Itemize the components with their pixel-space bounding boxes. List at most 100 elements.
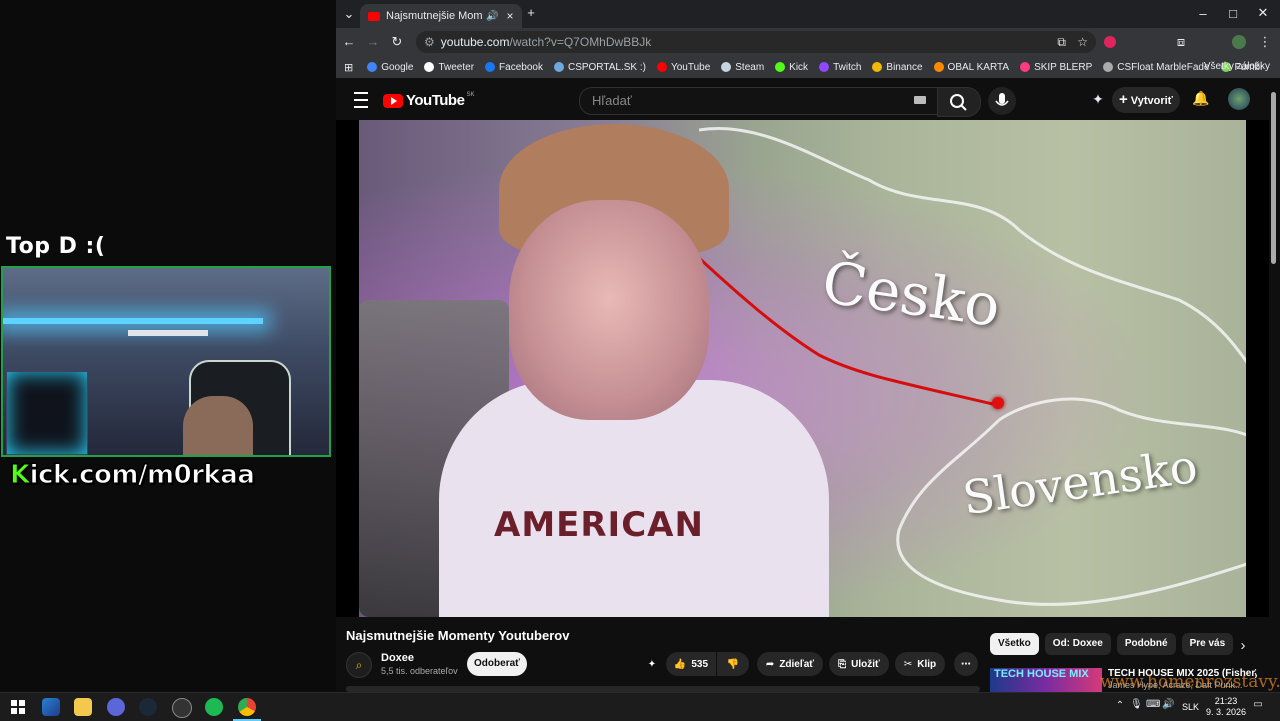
map-pin xyxy=(992,397,1004,409)
scrollbar-thumb[interactable] xyxy=(1271,92,1276,264)
bookmark-google[interactable]: Google xyxy=(367,62,413,73)
ai-assistant-icon[interactable]: ✦ xyxy=(1090,91,1106,108)
bookmark-favicon-icon xyxy=(656,62,667,72)
tray-mic-icon[interactable]: 🎙 xyxy=(1130,699,1143,710)
recommendation-thumbnail[interactable]: TECH HOUSE MIX xyxy=(990,668,1102,692)
maximize-icon[interactable]: □ xyxy=(1226,6,1240,21)
bookmark-favicon-icon xyxy=(1020,62,1031,72)
notification-center-icon[interactable]: ▭ xyxy=(1252,699,1264,710)
search-button[interactable] xyxy=(937,87,981,117)
spotify-icon[interactable] xyxy=(205,698,223,716)
recommendation-chips: Všetko Od: Doxee Podobné Pre vás xyxy=(990,633,1234,655)
more-actions-icon[interactable]: ⋯ xyxy=(954,652,978,676)
thumbs-down-icon: 👎 xyxy=(726,658,740,670)
channel-avatar[interactable]: ⌕ xyxy=(346,652,372,678)
back-icon[interactable]: ← xyxy=(342,34,356,49)
video-frame[interactable]: AMERICAN Česko Slovensko xyxy=(359,120,1246,617)
cast-icon[interactable]: ⧉ xyxy=(1057,31,1066,53)
search-icon xyxy=(950,94,967,111)
clock[interactable]: 21:23 9. 3. 2026 xyxy=(1206,696,1246,718)
streamer xyxy=(183,396,253,455)
chip-from-channel[interactable]: Od: Doxee xyxy=(1044,633,1111,655)
minimize-icon[interactable]: – xyxy=(1196,6,1210,21)
discord-icon[interactable] xyxy=(107,698,125,716)
volume-icon[interactable]: 🔊 xyxy=(1162,699,1174,710)
account-avatar[interactable] xyxy=(1228,88,1250,110)
app-icon[interactable] xyxy=(42,698,60,716)
youtube-favicon-icon xyxy=(368,11,380,21)
scissors-icon: ✂ xyxy=(903,658,913,670)
file-explorer-icon[interactable] xyxy=(74,698,92,716)
chrome-icon[interactable] xyxy=(238,698,256,716)
bookmark-facebook[interactable]: Facebook xyxy=(485,62,543,73)
channel-name[interactable]: Doxee xyxy=(381,652,414,664)
network-icon[interactable]: ⌨ xyxy=(1146,699,1160,710)
plus-icon: + xyxy=(1119,91,1128,108)
create-button[interactable]: + Vytvoriť xyxy=(1112,87,1180,113)
speaker-icon[interactable]: 🔊 xyxy=(486,11,498,22)
extensions-icon[interactable]: ⧈ xyxy=(1174,34,1188,50)
chip-related[interactable]: Podobné xyxy=(1116,633,1176,655)
bookmark-csfloat-marblefade[interactable]: CSFloat MarbleFade xyxy=(1103,62,1210,73)
clip-button[interactable]: ✂ Klip xyxy=(895,652,945,676)
dislike-button[interactable]: 👎 xyxy=(717,652,749,676)
notifications-bell-icon[interactable]: 🔔 xyxy=(1192,90,1209,107)
tab-title: Najsmutnejšie Momenty Yo xyxy=(386,10,482,22)
reload-icon[interactable]: ↻ xyxy=(390,34,404,50)
chip-all[interactable]: Všetko xyxy=(990,633,1039,655)
apps-grid-icon[interactable]: ⊞ xyxy=(344,61,353,74)
bookmark-skip-blerp[interactable]: SKIP BLERP xyxy=(1020,62,1092,73)
video-player[interactable]: AMERICAN Česko Slovensko xyxy=(336,120,1270,617)
search-input[interactable]: Hľadať xyxy=(579,87,939,115)
bookmark-favicon-icon xyxy=(721,62,732,72)
bookmark-twitch[interactable]: Twitch xyxy=(819,62,861,73)
tab-search-icon[interactable]: ⌄ xyxy=(342,6,356,22)
extension-icon[interactable] xyxy=(1104,36,1116,48)
presenter-face xyxy=(509,200,709,420)
profile-avatar[interactable] xyxy=(1232,35,1246,49)
chip-for-you[interactable]: Pre vás xyxy=(1181,633,1234,655)
bookmark-obal-karta[interactable]: OBAL KARTA xyxy=(933,62,1009,73)
chips-next-icon[interactable]: › xyxy=(1236,637,1250,654)
close-tab-icon[interactable]: × xyxy=(506,9,513,23)
youtube-logo[interactable]: YouTube SK xyxy=(383,92,474,109)
tab-active[interactable]: Najsmutnejšie Momenty Yo 🔊 × xyxy=(360,4,522,28)
youtube-play-icon xyxy=(383,93,403,108)
input-language[interactable]: SLK xyxy=(1182,702,1199,712)
stream-watermark: www.homenrozstavy.sk xyxy=(1100,672,1280,692)
keyboard-icon[interactable] xyxy=(914,96,926,104)
voice-search-button[interactable] xyxy=(988,87,1016,115)
browser-menu-icon[interactable]: ⋮ xyxy=(1258,34,1272,50)
all-bookmarks[interactable]: Všetky záložky xyxy=(1204,61,1270,72)
share-icon: ➦ xyxy=(765,658,775,670)
shirt-print: AMERICAN xyxy=(494,505,704,545)
bookmark-youtube[interactable]: YouTube xyxy=(656,62,710,73)
save-button[interactable]: ⎘ Uložiť xyxy=(829,652,889,676)
forward-icon[interactable]: → xyxy=(366,34,380,49)
obs-icon[interactable] xyxy=(172,698,192,718)
kick-channel-link: Kick.com/m0rkaa xyxy=(10,460,256,491)
bookmark-star-icon[interactable]: ☆ xyxy=(1077,31,1088,53)
like-button[interactable]: 👍 535 xyxy=(666,652,716,676)
bookmark-steam[interactable]: Steam xyxy=(721,62,764,73)
hamburger-menu-icon[interactable] xyxy=(354,92,368,108)
bookmark-tweeter[interactable]: Tweeter xyxy=(424,62,474,73)
steam-icon[interactable] xyxy=(139,698,157,716)
tray-overflow-icon[interactable]: ⌃ xyxy=(1114,700,1126,711)
video-title: Najsmutnejšie Momenty Youtuberov xyxy=(346,628,570,643)
close-window-icon[interactable]: ✕ xyxy=(1256,5,1270,21)
share-button[interactable]: ➦ Zdieľať xyxy=(757,652,823,676)
new-tab-button[interactable]: + xyxy=(524,5,538,20)
address-bar[interactable]: ⚙ youtube.com/watch?v=Q7OMhDwBBJk ⧉ ☆ xyxy=(416,31,1096,53)
ai-summary-icon[interactable]: ✦ xyxy=(642,652,662,676)
start-icon[interactable] xyxy=(9,698,27,716)
subscribe-button[interactable]: Odoberať xyxy=(467,652,527,676)
bookmark-favicon-icon xyxy=(872,62,883,72)
tab-strip: ⌄ Najsmutnejšie Momenty Yo 🔊 × + – □ ✕ xyxy=(336,0,1280,28)
site-info-icon[interactable]: ⚙ xyxy=(424,35,435,49)
bookmark-csportal-sk[interactable]: CSPORTAL.SK :) xyxy=(553,62,646,73)
webcam-feed xyxy=(1,266,331,457)
bookmark-kick[interactable]: Kick xyxy=(775,62,808,73)
bookmark-binance[interactable]: Binance xyxy=(872,62,923,73)
microphone-icon xyxy=(995,93,1009,106)
